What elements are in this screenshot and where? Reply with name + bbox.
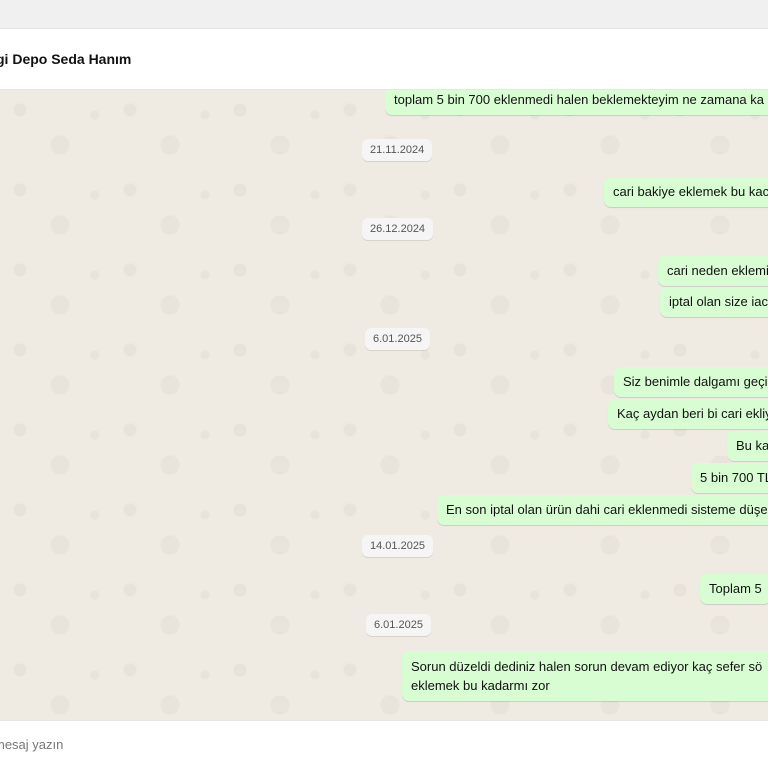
date-separator: 21.11.2024 [362,139,433,161]
message-bubble[interactable]: En son iptal olan ürün dahi cari eklenme… [437,495,768,525]
message-bubble[interactable]: Siz benimle dalgamı geçi [614,367,768,397]
message-bubble[interactable]: 5 bin 700 TL [691,463,768,493]
date-separator: 6.01.2025 [365,328,430,350]
message-input[interactable] [0,733,740,755]
date-separator: 14.01.2025 [362,535,434,557]
message-bubble[interactable]: Kaç aydan beri bi cari ekliy [608,399,768,429]
message-bubble[interactable]: toplam 5 bin 700 eklenmedi halen bekleme… [385,90,768,115]
message-bubble[interactable]: iptal olan size iac [660,287,768,317]
message-bubble[interactable]: cari neden eklemi [658,256,768,286]
message-composer [0,720,768,769]
message-bubble[interactable]: Bu ka [727,431,768,461]
date-separator: 6.01.2025 [366,614,431,636]
chat-header[interactable]: gi Depo Seda Hanım [0,29,768,90]
date-separator: 26.12.2024 [362,218,434,240]
message-list[interactable]: toplam 5 bin 700 eklenmedi halen bekleme… [0,90,768,720]
contact-name: gi Depo Seda Hanım [0,51,132,67]
message-bubble[interactable]: Sorun düzeldi dediniz halen sorun devam … [402,651,768,701]
window-top-strip [0,0,768,29]
message-bubble[interactable]: Toplam 5 [700,574,768,604]
message-bubble[interactable]: cari bakiye eklemek bu kac [604,177,768,207]
